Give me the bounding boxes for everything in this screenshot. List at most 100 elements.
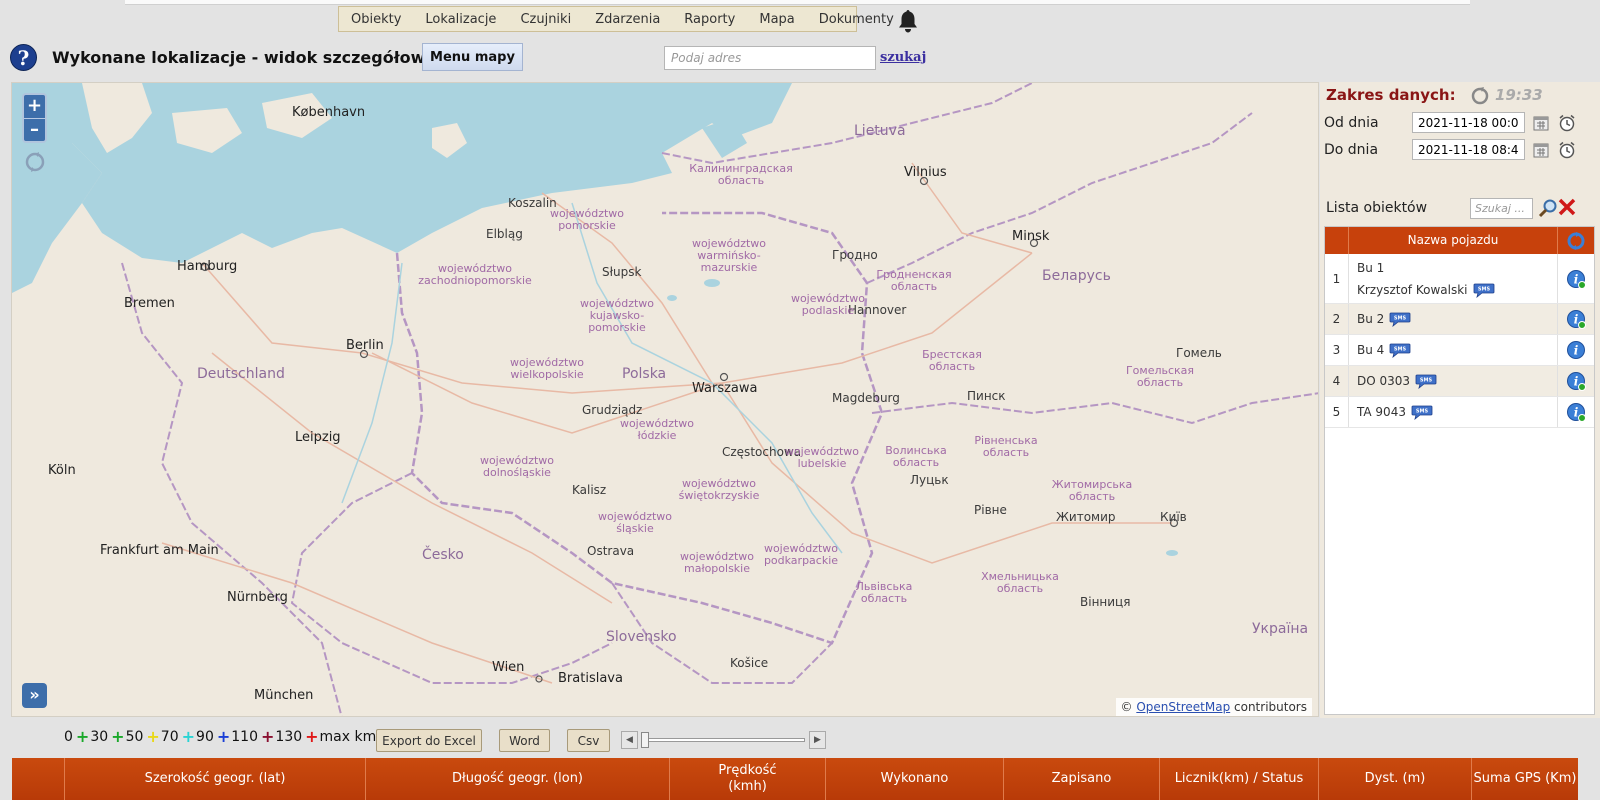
column-header-dyst[interactable]: Dyst. (m) — [1319, 758, 1472, 800]
map-label-region: Львівська область — [855, 580, 913, 605]
zakres-label: Zakres danych: — [1326, 86, 1456, 104]
vehicle-name[interactable]: Bu 1 — [1357, 257, 1549, 279]
sms-icon[interactable]: SMS — [1389, 342, 1411, 358]
map-label-city: Bremen — [124, 296, 175, 311]
map-label-city: München — [254, 688, 314, 703]
row-number: 1 — [1325, 254, 1349, 303]
slider-thumb[interactable] — [641, 732, 649, 748]
vehicle-name[interactable]: DO 0303 — [1357, 370, 1410, 392]
map-label-city: Magdeburg — [832, 391, 900, 405]
clear-icon[interactable] — [1558, 198, 1576, 216]
right-panel: Zakres danych: 19:33 Od dnia Do dnia Lis… — [1320, 82, 1600, 718]
zoom-in-button[interactable]: + — [24, 95, 45, 118]
map-label-region: Гомельская область — [1125, 364, 1195, 389]
expand-panel-button[interactable]: » — [22, 683, 47, 708]
sms-icon[interactable]: SMS — [1415, 373, 1437, 389]
export-excel-button[interactable]: Export do Excel — [376, 729, 482, 752]
od-date-input[interactable] — [1412, 112, 1525, 133]
export-word-button[interactable]: Word — [499, 729, 550, 752]
map-label-city: Grudziądz — [582, 403, 643, 417]
timeline-slider[interactable]: ◀ ▶ — [621, 731, 828, 749]
map-label-city: Київ — [1160, 510, 1187, 524]
search-icon[interactable] — [1538, 198, 1558, 218]
map-label-city: Wien — [492, 660, 525, 675]
column-header-lon[interactable]: Długość geogr. (lon) — [366, 758, 670, 800]
vehicle-name[interactable]: Bu 2 — [1357, 308, 1384, 330]
refresh-list-icon[interactable] — [1566, 231, 1586, 251]
info-icon[interactable]: i — [1566, 340, 1586, 360]
map-label-city: Nürnberg — [227, 590, 288, 605]
column-header-lat[interactable]: Szerokość geogr. (lat) — [65, 758, 366, 800]
map-label-city: Berlin — [346, 338, 384, 353]
map-label-region: województwo zachodniopomorskie — [418, 262, 532, 287]
column-header-licznik[interactable]: Licznik(km) / Status — [1160, 758, 1319, 800]
info-icon[interactable]: i — [1566, 309, 1586, 329]
calendar-icon[interactable] — [1532, 141, 1550, 159]
object-row[interactable]: 5 TA 9043 SMS i — [1325, 397, 1594, 428]
bell-icon[interactable] — [896, 8, 920, 34]
column-header-speed[interactable]: Prędkość (kmh) — [670, 758, 826, 800]
openstreetmap-link[interactable]: OpenStreetMap — [1136, 700, 1230, 714]
legend-value: 30 — [90, 728, 109, 745]
info-icon[interactable]: i — [1566, 371, 1586, 391]
map-view[interactable]: Polska Deutschland Česko Slovensko Lietu… — [11, 82, 1319, 717]
calendar-icon[interactable] — [1532, 114, 1550, 132]
slider-track[interactable] — [643, 738, 805, 742]
menu-item-raporty[interactable]: Raporty — [672, 12, 747, 27]
map-label-city: Житомир — [1056, 510, 1116, 524]
map-label-region: województwo wielkopolskie — [509, 356, 585, 381]
svg-text:SMS: SMS — [1394, 316, 1407, 322]
row-number: 2 — [1325, 304, 1349, 334]
search-link[interactable]: szukaj — [880, 50, 926, 65]
map-label-country: Беларусь — [1042, 268, 1111, 284]
map-label-region: Житомирська область — [1051, 478, 1133, 503]
menu-item-mapa[interactable]: Mapa — [747, 12, 806, 27]
column-vehicle-name[interactable]: Nazwa pojazdu — [1349, 227, 1558, 254]
menu-item-zdarzenia[interactable]: Zdarzenia — [583, 12, 672, 27]
svg-text:i: i — [1574, 406, 1579, 420]
do-date-input[interactable] — [1412, 139, 1525, 160]
map-background — [12, 83, 1318, 716]
sms-icon[interactable]: SMS — [1411, 404, 1433, 420]
column-header-suma-gps[interactable]: Suma GPS (Km) — [1472, 758, 1578, 800]
menu-mapy-button[interactable]: Menu mapy — [422, 43, 523, 71]
object-row[interactable]: 4 DO 0303 SMS i — [1325, 366, 1594, 397]
map-attribution: © OpenStreetMap contributors — [1115, 698, 1312, 716]
menu-item-lokalizacje[interactable]: Lokalizacje — [413, 12, 508, 27]
column-header-zapisano[interactable]: Zapisano — [1004, 758, 1160, 800]
clock-icon[interactable] — [1558, 141, 1576, 159]
do-label: Do dnia — [1324, 142, 1379, 158]
object-row[interactable]: 3 Bu 4 SMS i — [1325, 335, 1594, 366]
object-search-input[interactable] — [1470, 198, 1533, 219]
menu-item-dokumenty[interactable]: Dokumenty — [807, 12, 906, 27]
speed-legend: 0 +30 +50 +70 +90 +110 +130 + max km/h — [64, 727, 390, 746]
column-header[interactable] — [12, 758, 65, 800]
address-input[interactable] — [664, 46, 876, 70]
vehicle-name[interactable]: TA 9043 — [1357, 401, 1406, 423]
menu-item-obiekty[interactable]: Obiekty — [339, 12, 413, 27]
help-icon[interactable]: ? — [10, 44, 37, 71]
svg-text:i: i — [1574, 344, 1579, 358]
info-icon[interactable]: i — [1566, 402, 1586, 422]
slider-left-arrow[interactable]: ◀ — [621, 731, 638, 749]
map-label-city: Рівне — [974, 503, 1007, 517]
map-label-country: Lietuva — [854, 123, 906, 139]
clock-icon[interactable] — [1558, 114, 1576, 132]
refresh-icon[interactable] — [1470, 86, 1490, 106]
menu-item-czujniki[interactable]: Czujniki — [508, 12, 583, 27]
vehicle-name[interactable]: Bu 4 — [1357, 339, 1384, 361]
map-label-city: Гродно — [832, 248, 878, 262]
column-header-wykonano[interactable]: Wykonano — [826, 758, 1004, 800]
object-row[interactable]: 1 Bu 1 Krzysztof Kowalski SMS i — [1325, 254, 1594, 304]
sms-icon[interactable]: SMS — [1389, 311, 1411, 327]
object-row[interactable]: 2 Bu 2 SMS i — [1325, 304, 1594, 335]
map-label-region: Гродненская область — [876, 268, 952, 293]
map-label-region: województwo łódzkie — [619, 417, 695, 442]
sms-icon[interactable]: SMS — [1473, 282, 1495, 298]
info-icon[interactable]: i — [1566, 269, 1586, 289]
zoom-out-button[interactable]: – — [24, 118, 45, 141]
export-csv-button[interactable]: Csv — [567, 729, 610, 752]
map-refresh-icon[interactable] — [24, 151, 46, 173]
legend-value: 50 — [125, 728, 144, 745]
slider-right-arrow[interactable]: ▶ — [809, 731, 826, 749]
